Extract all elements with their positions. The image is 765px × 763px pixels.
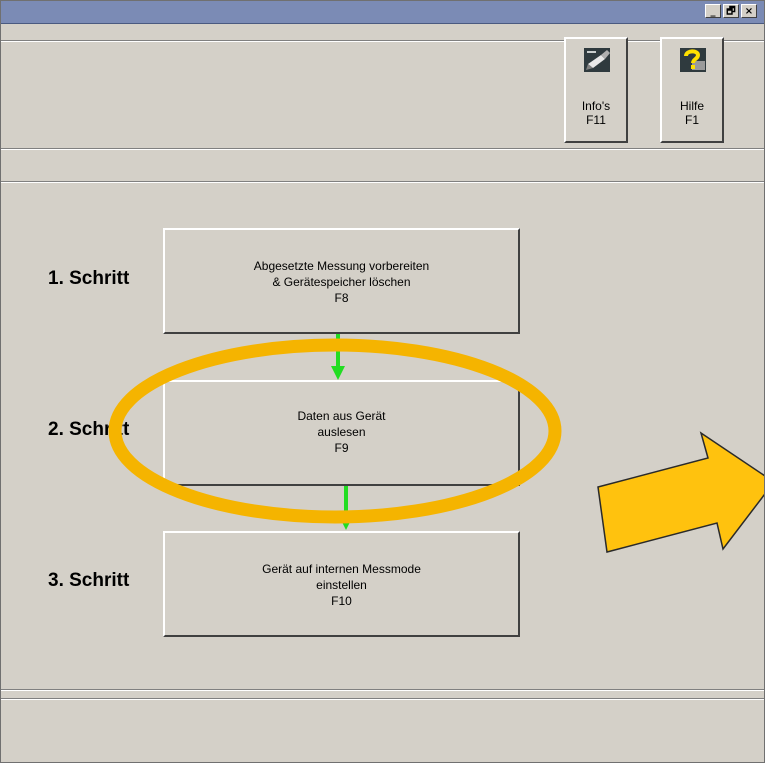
callout-arrow <box>597 431 764 553</box>
annotation-overlay <box>108 334 764 553</box>
application-window: _ 🗗 × Info's F11 Hilfe F1 1. Schritt 2. … <box>0 0 765 763</box>
